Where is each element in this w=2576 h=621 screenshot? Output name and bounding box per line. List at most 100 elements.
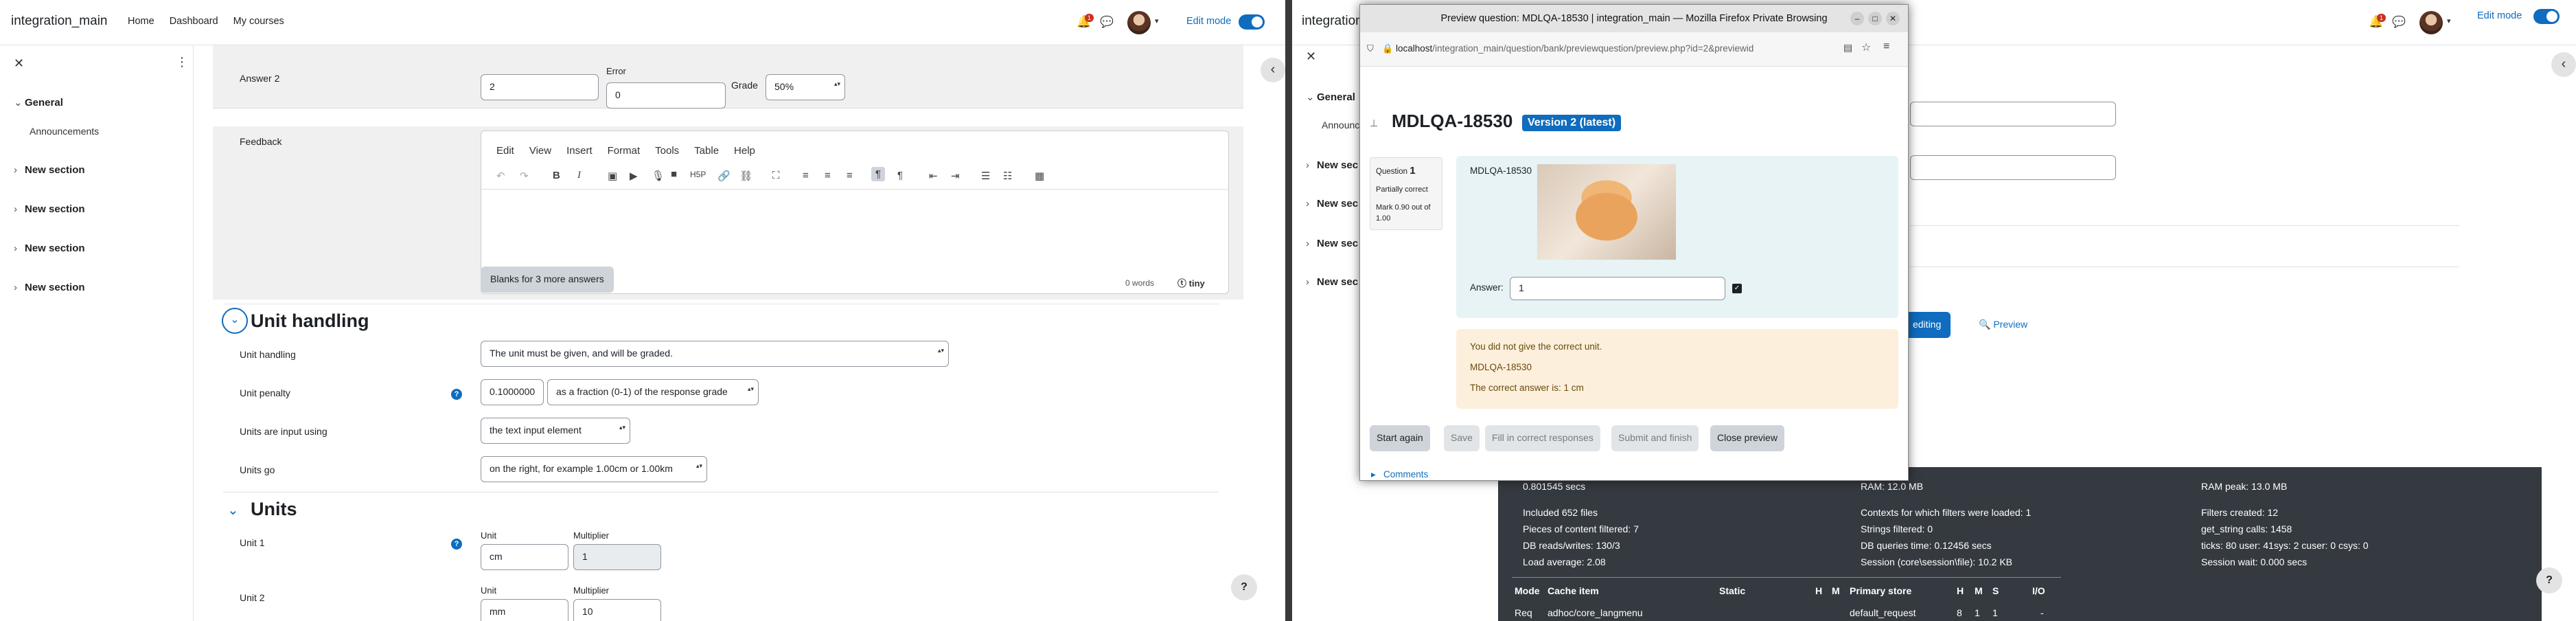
drawer-item-announcements[interactable]: Announcements (30, 126, 99, 137)
close-icon[interactable]: ✕ (14, 56, 24, 71)
align-right-icon[interactable]: ≡ (847, 170, 853, 181)
help-footer-button[interactable]: ? (1231, 574, 1257, 600)
comments-link[interactable]: ▸ Comments (1371, 469, 1428, 480)
edit-mode-toggle[interactable] (2533, 9, 2560, 24)
nav-dashboard[interactable]: Dashboard (170, 16, 218, 27)
drawer-section-general[interactable]: ⌄ General (1306, 91, 1355, 103)
image-icon[interactable]: ▣ (608, 170, 617, 182)
help-icon[interactable]: ? (451, 539, 462, 550)
background-input[interactable] (1910, 155, 2116, 180)
drawer-section-2[interactable]: › New sec (1306, 159, 1358, 171)
record-video-icon[interactable]: ■ (671, 168, 677, 180)
avatar[interactable] (1127, 11, 1151, 34)
minimize-icon[interactable]: – (1850, 12, 1864, 25)
site-brand[interactable]: integration_main (11, 14, 107, 29)
numbered-list-icon[interactable]: ☷ (1003, 170, 1012, 182)
open-block-drawer-icon[interactable]: ‹ (1261, 58, 1285, 82)
site-brand[interactable]: integration (1302, 14, 1363, 29)
menu-help[interactable]: Help (734, 145, 755, 157)
nav-home[interactable]: Home (128, 16, 154, 27)
menu-table[interactable]: Table (694, 145, 719, 157)
shield-icon[interactable]: ⛉ (1367, 43, 1374, 54)
menu-view[interactable]: View (529, 145, 551, 157)
drawer-item-announcements[interactable]: Announc (1322, 120, 1359, 131)
preview-link[interactable]: 🔍 Preview (1979, 319, 2027, 330)
units-go-select[interactable]: on the right, for example 1.00cm or 1.00… (481, 456, 707, 482)
chevron-down-icon[interactable]: ▾ (1155, 16, 1159, 25)
italic-icon[interactable]: I (577, 170, 581, 181)
chat-icon[interactable]: 💬 (1100, 15, 1114, 29)
answer-input[interactable]: 1 (1510, 277, 1725, 300)
unit-penalty-input[interactable]: 0.1000000 (481, 379, 544, 405)
unit-2-input[interactable]: mm (481, 599, 568, 621)
chat-icon[interactable]: 💬 (2392, 15, 2406, 29)
close-preview-button[interactable]: Close preview (1710, 425, 1784, 451)
unit-handling-select[interactable]: The unit must be given, and will be grad… (481, 341, 949, 367)
drawer-section-2[interactable]: › New section (14, 164, 85, 176)
undo-icon[interactable]: ↶ (496, 170, 505, 182)
ltr-icon[interactable]: ¶ (871, 167, 886, 181)
fill-correct-responses-button[interactable]: Fill in correct responses (1485, 425, 1600, 451)
more-options-icon[interactable]: ⋮ (176, 55, 188, 69)
maximize-icon[interactable]: □ (1868, 12, 1882, 25)
grade-select[interactable]: 50% (766, 74, 845, 100)
chevron-down-icon[interactable]: ▾ (2447, 16, 2451, 25)
equation-icon[interactable]: ▦ (1035, 170, 1044, 182)
menu-icon[interactable]: ≡ (1883, 41, 1889, 53)
drawer-section-3[interactable]: › New sec (1306, 198, 1358, 210)
nav-my-courses[interactable]: My courses (233, 16, 284, 27)
link-icon[interactable]: 🔗 (717, 170, 731, 182)
drawer-section-4[interactable]: › New section (14, 242, 85, 254)
bookmark-star-icon[interactable]: ☆ (1861, 41, 1871, 54)
perf-contexts: Contexts for which filters were loaded: … (1861, 507, 2032, 518)
close-icon[interactable]: ✕ (1306, 49, 1316, 64)
bullet-list-icon[interactable]: ☰ (981, 170, 990, 182)
close-icon[interactable]: ✕ (1886, 12, 1900, 25)
h5p-icon[interactable]: H5P (690, 170, 706, 179)
popup-url-bar[interactable]: ⛉ 🔒 localhost/integration_main/question/… (1360, 32, 1908, 67)
collapse-unit-handling-icon[interactable]: ⌄ (222, 308, 248, 334)
edit-mode-toggle[interactable] (1239, 14, 1265, 30)
align-center-icon[interactable]: ≡ (825, 170, 831, 181)
indent-icon[interactable]: ⇥ (951, 170, 960, 182)
save-button[interactable]: Save (1444, 425, 1480, 451)
open-block-drawer-icon[interactable]: ‹ (2551, 52, 2576, 77)
help-footer-button[interactable]: ? (2536, 567, 2562, 594)
background-input[interactable] (1910, 102, 2116, 126)
drawer-section-3[interactable]: › New section (14, 203, 85, 215)
bold-icon[interactable]: B (553, 170, 560, 181)
rtl-icon[interactable]: ¶ (897, 170, 903, 181)
general-feedback: MDLQA-18530 (1470, 362, 1532, 372)
editing-button[interactable]: editing (1903, 312, 1951, 338)
avatar[interactable] (2419, 11, 2443, 34)
fullscreen-icon[interactable]: ⛶ (772, 170, 780, 181)
unit-2-label: Unit 2 (240, 592, 265, 603)
help-icon[interactable]: ? (451, 389, 462, 400)
error-input[interactable]: 0 (606, 82, 726, 109)
popup-url[interactable]: localhost/integration_main/question/bank… (1396, 43, 1835, 54)
submit-and-finish-button[interactable]: Submit and finish (1611, 425, 1699, 451)
blanks-for-more-answers-button[interactable]: Blanks for 3 more answers (481, 267, 614, 293)
drawer-section-5[interactable]: › New section (14, 282, 85, 293)
align-left-icon[interactable]: ≡ (803, 170, 809, 181)
unit-2-multiplier[interactable]: 10 (573, 599, 661, 621)
drawer-section-4[interactable]: › New sec (1306, 238, 1358, 249)
unit-penalty-mode-select[interactable]: as a fraction (0-1) of the response grad… (547, 379, 759, 405)
drawer-section-general[interactable]: ⌄ General (14, 96, 63, 109)
unit-1-input[interactable]: cm (481, 544, 568, 570)
collapse-units-icon[interactable]: ⌄ (227, 501, 239, 519)
menu-insert[interactable]: Insert (566, 145, 593, 157)
menu-tools[interactable]: Tools (655, 145, 679, 157)
record-audio-icon[interactable]: 🎙 (652, 170, 665, 182)
unlink-icon[interactable]: ⛓ (739, 170, 752, 182)
start-again-button[interactable]: Start again (1370, 425, 1430, 451)
menu-format[interactable]: Format (608, 145, 641, 157)
media-icon[interactable]: ▶ (630, 170, 638, 182)
outdent-icon[interactable]: ⇤ (929, 170, 938, 182)
menu-edit[interactable]: Edit (496, 145, 514, 157)
redo-icon[interactable]: ↷ (520, 170, 529, 182)
drawer-section-5[interactable]: › New sec (1306, 276, 1358, 288)
reader-view-icon[interactable]: ▤ (1843, 42, 1852, 54)
units-input-select[interactable]: the text input element (481, 418, 630, 444)
answer-2-input[interactable]: 2 (481, 74, 599, 100)
